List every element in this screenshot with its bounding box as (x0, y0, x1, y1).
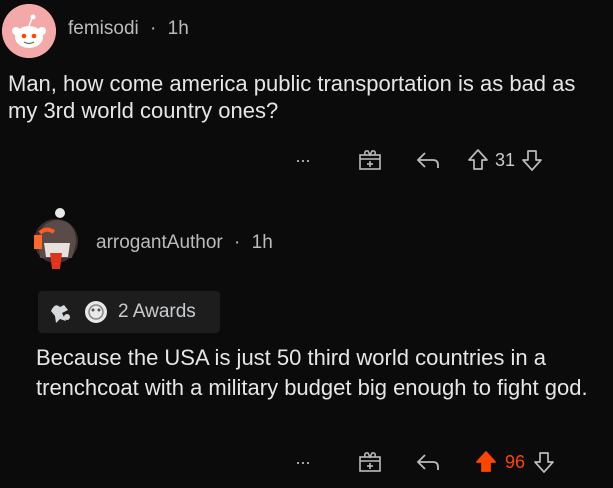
comment-avatar[interactable] (24, 203, 90, 269)
comment-actions: ··· 96 (295, 447, 600, 477)
award-icon (359, 452, 381, 472)
more-options-button[interactable]: ··· (295, 150, 325, 171)
downvote-button[interactable] (521, 148, 543, 172)
upvote-icon (476, 451, 496, 472)
downvote-icon (534, 452, 554, 473)
awards-badge[interactable]: 2 Awards (38, 291, 220, 333)
comment-time: 1h (251, 232, 273, 253)
comment-username[interactable]: arrogantAuthor (96, 232, 223, 253)
post-time: 1h (167, 18, 189, 39)
comment-separator: · (234, 232, 241, 253)
avatar-icon (34, 208, 78, 269)
post-header: femisodi · 1h (68, 18, 189, 40)
reply-button[interactable] (415, 150, 441, 170)
upvote-count: 96 (505, 451, 526, 472)
post-username[interactable]: femisodi (68, 18, 139, 39)
award-icon (85, 301, 107, 323)
comment-body: Because the USA is just 50 third world c… (36, 345, 588, 400)
reply-icon (416, 454, 439, 470)
award-icon (51, 305, 70, 323)
avatar-icon (2, 4, 56, 58)
awards-label: 2 Awards (118, 301, 196, 322)
upvote-count: 31 (495, 149, 516, 170)
reply-icon (416, 152, 439, 168)
reply-button[interactable] (415, 452, 441, 472)
post-separator: · (150, 18, 157, 39)
upvote-button[interactable] (467, 148, 489, 172)
upvote-button[interactable] (475, 450, 497, 474)
downvote-icon (522, 150, 542, 171)
more-options-button[interactable]: ··· (295, 452, 325, 473)
post-avatar[interactable] (2, 4, 56, 58)
upvote-icon (468, 149, 488, 170)
award-button[interactable] (357, 450, 383, 474)
post-actions: ··· 31 (295, 145, 595, 175)
award-icon (359, 150, 381, 170)
comment-header: arrogantAuthor · 1h (96, 232, 273, 254)
award-button[interactable] (357, 148, 383, 172)
downvote-button[interactable] (533, 450, 555, 474)
post-body: Man, how come america public transportat… (8, 71, 576, 123)
